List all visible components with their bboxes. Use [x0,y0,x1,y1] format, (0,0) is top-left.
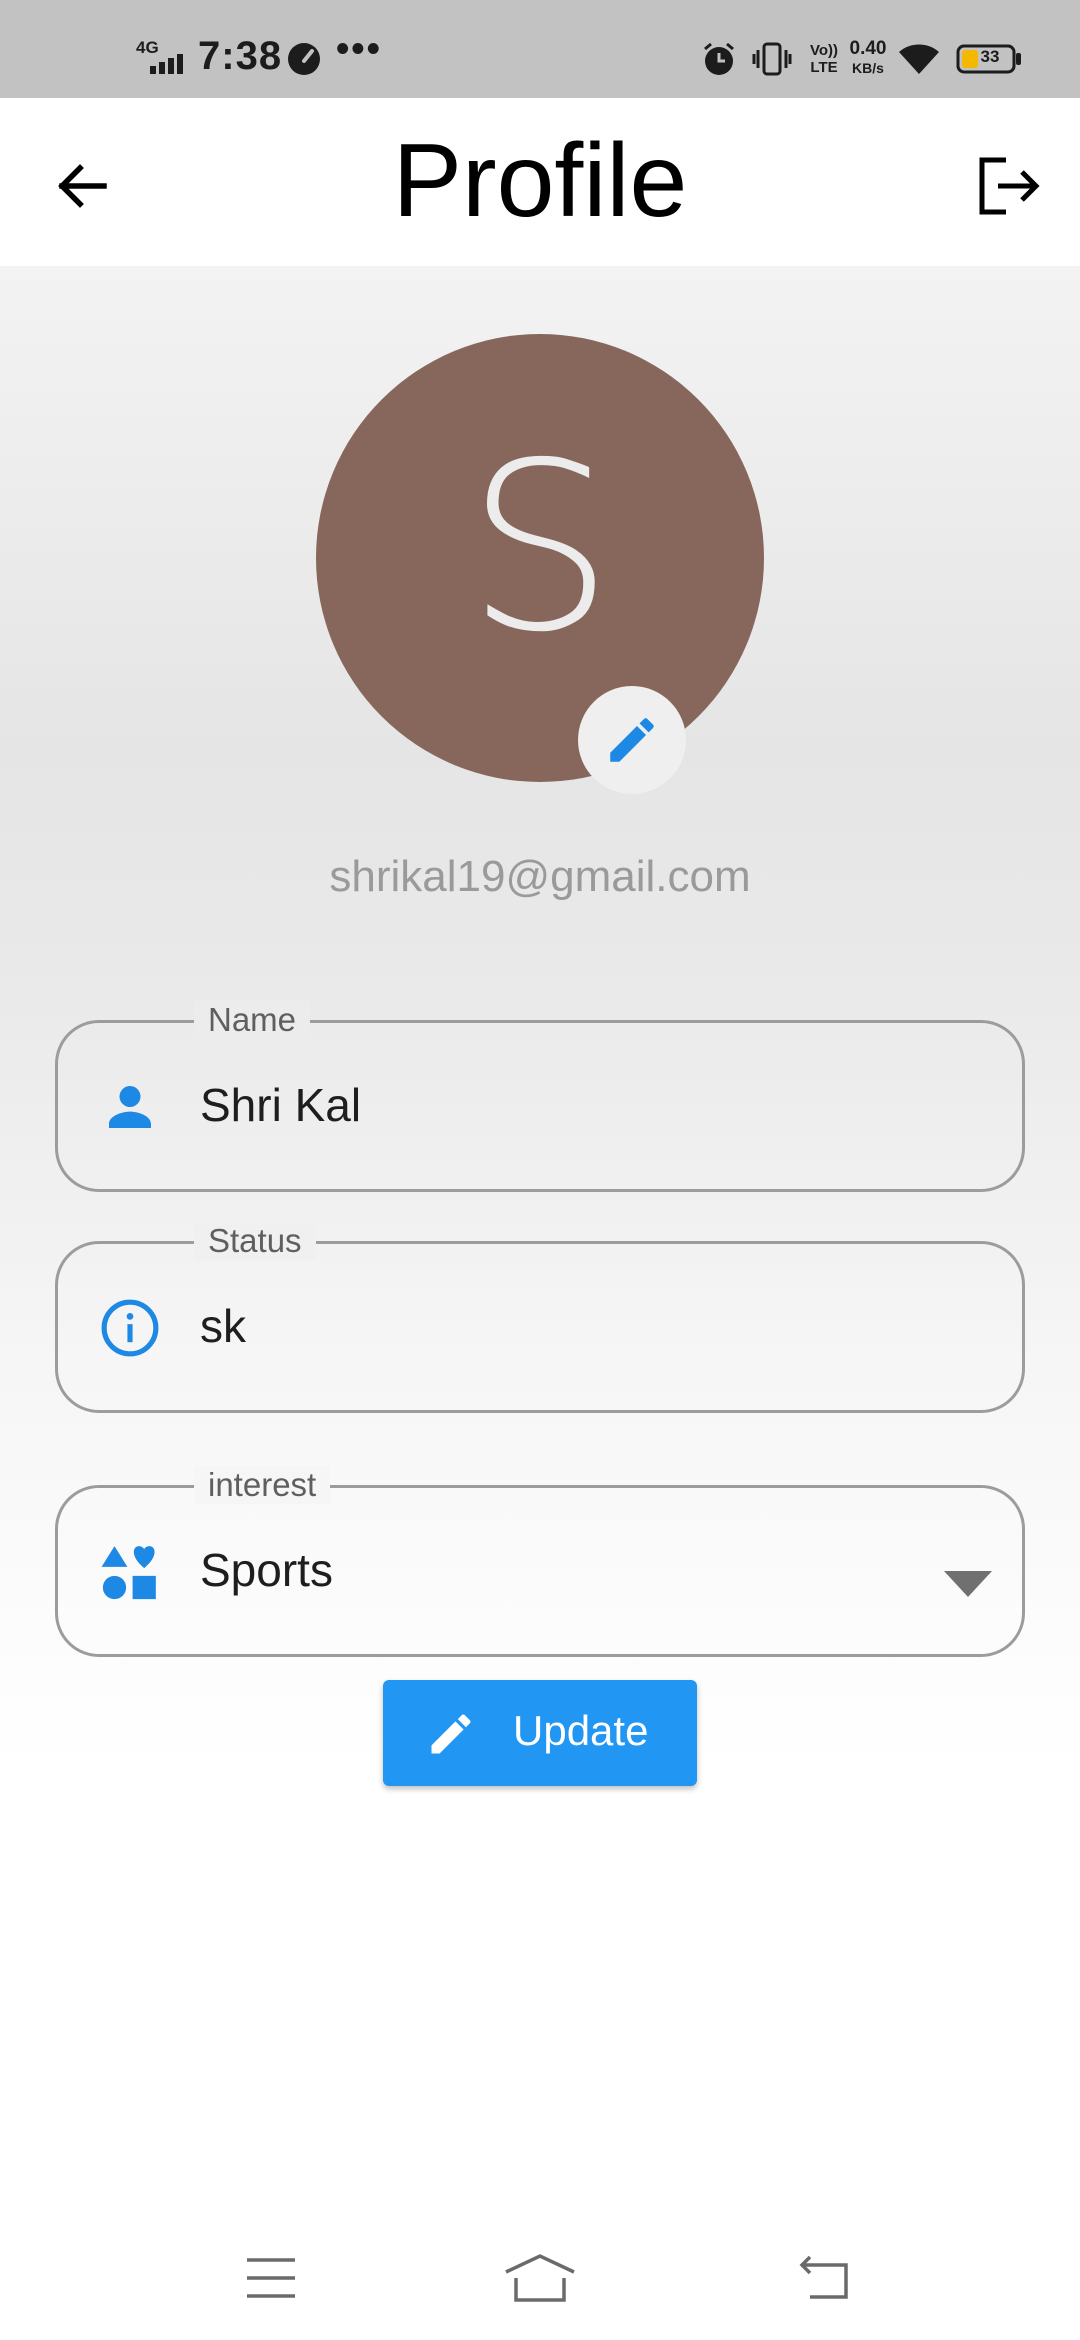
back-nav-button[interactable] [784,2248,864,2308]
status-bar: 4G 7:38 ••• Vo)) LTE 0.40 KB/s 33 [0,0,1080,98]
category-icon [98,1540,162,1604]
page-title: Profile [392,123,688,239]
update-button[interactable]: Update [383,1680,697,1786]
interest-label: interest [194,1466,331,1504]
vibrate-icon [752,42,792,76]
network-speed: 0.40 KB/s [849,38,887,76]
home-button[interactable] [500,2248,580,2308]
interest-selected-value: Sports [200,1544,333,1596]
avatar-initial: S [466,413,614,683]
clock: 7:38 [198,34,283,78]
menu-button[interactable] [231,2248,311,2308]
back-icon [799,2255,848,2299]
status-label: Status [194,1222,316,1260]
pencil-icon [610,718,654,762]
info-icon [98,1296,162,1360]
avatar[interactable]: S [316,334,764,782]
person-icon [98,1075,162,1139]
dropdown-arrow-icon[interactable] [944,1571,992,1597]
pencil-icon [431,1714,471,1754]
update-label: Update [513,1707,649,1754]
wifi-icon [899,44,939,74]
menu-icon [247,2258,295,2298]
home-icon [505,2254,575,2302]
interest-dropdown[interactable]: interest Sports [55,1466,1025,1657]
more-notifications: ••• [336,28,382,70]
status-input[interactable]: sk [200,1299,246,1353]
name-field[interactable]: Name Shri Kal [55,1001,1025,1192]
battery-level: 33 [980,47,1000,66]
logout-icon [979,157,1040,215]
alarm-icon [704,42,734,75]
signal-icon [150,54,183,74]
name-input[interactable]: Shri Kal [200,1078,361,1132]
speed-gauge-icon [288,43,320,75]
logout-button[interactable] [970,148,1046,224]
name-label: Name [194,1001,311,1039]
volte-indicator: Vo)) LTE [809,42,839,76]
edit-avatar-button[interactable] [578,686,686,794]
email-text: shrikal19@gmail.com [329,852,751,901]
status-field[interactable]: Status sk [55,1222,1025,1413]
